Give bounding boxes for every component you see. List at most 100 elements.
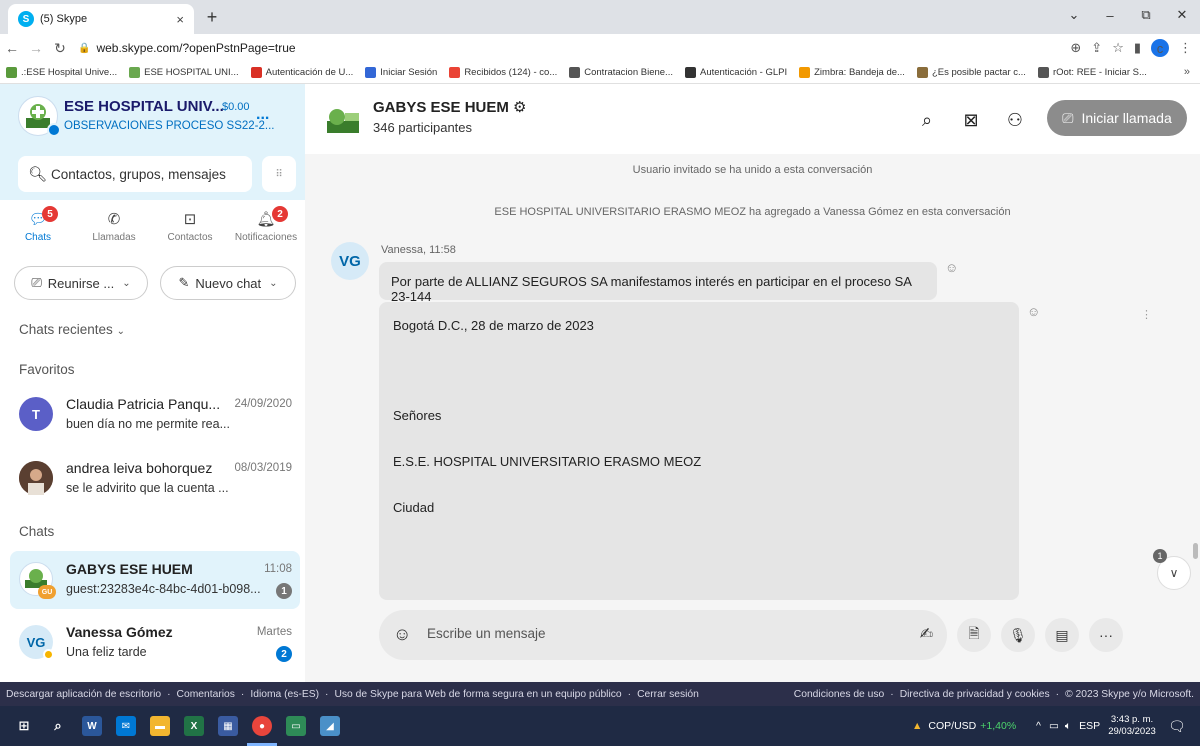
message-options-icon[interactable]: ⋮ — [1141, 308, 1152, 321]
emoji-reaction-icon[interactable]: ☺ — [1027, 304, 1040, 319]
emoji-icon[interactable]: ☺ — [393, 624, 411, 645]
volume-icon[interactable]: 🔈︎ — [1065, 720, 1071, 733]
footer-link[interactable]: Condiciones de uso — [794, 689, 884, 700]
bookmarks-overflow-icon[interactable]: » — [1184, 66, 1190, 78]
more-options-button[interactable]: ··· — [1089, 618, 1123, 652]
footer-link[interactable]: Idioma (es-ES) — [250, 689, 319, 700]
footer-link[interactable]: © 2023 Skype y/o Microsoft. — [1065, 689, 1194, 700]
gear-icon[interactable]: ⚙︎ — [513, 99, 526, 116]
app-icon[interactable]: ▭ — [286, 716, 306, 736]
tab-search-icon[interactable]: ⌄ — [1056, 0, 1092, 30]
contacts-icon: ⊡ — [183, 211, 197, 228]
file-explorer-icon[interactable]: ▬ — [150, 716, 170, 736]
url-field[interactable]: 🔒 web.skype.com/?openPstnPage=true — [78, 37, 1070, 59]
network-icon[interactable]: ▭ — [1049, 720, 1059, 732]
bookmark-item[interactable]: ESE HOSPITAL UNI... — [129, 67, 239, 78]
draw-icon[interactable]: ✍︎ — [920, 624, 933, 644]
mail-icon[interactable]: ✉ — [116, 716, 136, 736]
group-name[interactable]: GABYS ESE HUEM ⚙︎ — [373, 98, 526, 116]
word-icon[interactable]: W — [82, 716, 102, 736]
forward-arrow-icon[interactable]: → — [24, 36, 48, 60]
back-arrow-icon[interactable]: ← — [0, 36, 24, 60]
search-icon[interactable]: ⌕ — [48, 716, 68, 736]
guest-initials: GU — [38, 585, 56, 599]
footer-link[interactable]: Comentarios — [177, 689, 235, 700]
profile-more-button[interactable]: ... — [256, 106, 269, 124]
close-window-button[interactable]: ✕ — [1164, 0, 1200, 30]
new-tab-button[interactable]: + — [200, 6, 224, 28]
footer-link[interactable]: Cerrar sesión — [637, 689, 699, 700]
bookmark-item[interactable]: Zimbra: Bandeja de... — [799, 67, 905, 78]
list-item[interactable]: T Claudia Patricia Panqu... 24/09/2020 b… — [10, 386, 300, 444]
bookmark-item[interactable]: Recibidos (124) - co... — [449, 67, 557, 78]
calendar-icon[interactable]: ▦ — [218, 716, 238, 736]
sidepanel-icon[interactable]: ▮ — [1134, 40, 1141, 56]
list-item[interactable]: VG Vanessa Gómez Martes Una feliz tarde … — [10, 614, 300, 672]
list-item[interactable]: andrea leiva bohorquez 08/03/2019 se le … — [10, 450, 300, 508]
bookmark-item[interactable]: ¿Es posible pactar c... — [916, 67, 1026, 78]
message-composer[interactable]: ☺ Escribe un mensaje ✍︎ — [379, 610, 947, 660]
org-status-message[interactable]: OBSERVACIONES PROCESO SS22-2... — [64, 120, 274, 132]
attach-file-button[interactable]: 🗎 — [957, 618, 991, 652]
bookmark-star-icon[interactable]: ☆ — [1112, 40, 1124, 56]
system-clock[interactable]: 3:43 p. m. 29/03/2023 — [1108, 714, 1156, 738]
credit-balance[interactable]: $0.00 — [222, 101, 250, 113]
browser-menu-icon[interactable]: ⋮ — [1179, 40, 1192, 56]
dialpad-button[interactable]: ⠿ — [262, 156, 296, 192]
group-avatar[interactable] — [323, 104, 363, 138]
excel-icon[interactable]: X — [184, 716, 204, 736]
new-chat-button[interactable]: ✎ Nuevo chat ⌄ — [160, 266, 296, 300]
chrome-icon[interactable]: ● — [252, 716, 272, 736]
browser-tab-skype[interactable]: S (5) Skype × — [8, 4, 194, 34]
windows-start-icon[interactable]: ⊞ — [14, 716, 34, 736]
search-icon[interactable]: ⌕ — [915, 108, 939, 132]
reload-icon[interactable]: ↻ — [48, 36, 72, 60]
zoom-icon[interactable]: ⊕ — [1070, 40, 1081, 56]
message-input[interactable]: Escribe un mensaje — [427, 626, 546, 641]
message-preview: buen día no me permite rea... — [66, 417, 230, 431]
bookmark-item[interactable]: Iniciar Sesión — [365, 67, 437, 78]
add-participant-icon[interactable]: ⚇ — [1003, 108, 1027, 132]
share-icon[interactable]: ⇪ — [1091, 40, 1102, 56]
notifications-icon[interactable]: 🗨︎ — [1168, 718, 1186, 735]
contact-card-button[interactable]: ▤ — [1045, 618, 1079, 652]
footer-link[interactable]: Directiva de privacidad y cookies — [900, 689, 1050, 700]
document-message[interactable]: Bogotá D.C., 28 de marzo de 2023 Señores… — [379, 302, 1019, 600]
currency-widget[interactable]: ▲ COP/USD +1,40% — [912, 706, 1016, 746]
bookmark-item[interactable]: rOot: REE - Iniciar S... — [1037, 67, 1147, 78]
footer-link[interactable]: Uso de Skype para Web de forma segura en… — [334, 689, 621, 700]
nav-calls[interactable]: ✆ Llamadas — [76, 210, 152, 254]
profile-avatar[interactable]: c — [1151, 39, 1169, 57]
participant-count[interactable]: 346 participantes — [373, 120, 472, 135]
tab-close-icon[interactable]: × — [176, 12, 184, 27]
bookmark-item[interactable]: Contratacion Biene... — [569, 67, 673, 78]
nav-chats[interactable]: 💬︎ 5 Chats — [0, 206, 76, 254]
gallery-icon[interactable]: ⊠ — [959, 108, 983, 132]
bookmark-item[interactable]: Autenticación de U... — [250, 67, 353, 78]
nav-notifications[interactable]: 🔔︎ 2 Notificaciones — [228, 206, 304, 254]
bookmark-favicon-icon — [684, 67, 696, 78]
video-call-icon: ⎚ — [1062, 109, 1074, 126]
start-call-button[interactable]: ⎚ Iniciar llamada — [1047, 100, 1187, 136]
meet-now-button[interactable]: ⎚ Reunirse ... ⌄ — [14, 266, 148, 300]
chevron-up-icon[interactable]: ^ — [1036, 720, 1041, 732]
minimize-button[interactable]: – — [1092, 0, 1128, 30]
org-name[interactable]: ESE HOSPITAL UNIV... — [64, 98, 224, 115]
nav-contacts[interactable]: ⊡ Contactos — [152, 210, 228, 254]
sender-name-time: Vanessa, 11:58 — [381, 244, 456, 256]
app-icon[interactable]: ◢ — [320, 716, 340, 736]
search-input[interactable]: 🔍︎ Contactos, grupos, mensajes — [18, 156, 252, 192]
restore-button[interactable]: ⧉ — [1128, 0, 1164, 30]
bookmark-item[interactable]: Autenticación - GLPI — [684, 67, 787, 78]
emoji-reaction-icon[interactable]: ☺ — [945, 260, 958, 275]
footer-link[interactable]: Descargar aplicación de escritorio — [6, 689, 161, 700]
org-avatar[interactable] — [18, 96, 61, 137]
message-bubble[interactable]: Por parte de ALLIANZ SEGUROS SA manifest… — [379, 262, 937, 304]
record-audio-button[interactable]: 🎙︎ — [1001, 618, 1035, 652]
list-item-active[interactable]: GU GABYS ESE HUEM 11:08 guest:23283e4c-8… — [10, 551, 300, 609]
sender-avatar[interactable]: VG — [331, 242, 369, 280]
scrollbar[interactable] — [1193, 543, 1198, 559]
recent-chats-header[interactable]: Chats recientes ⌄ — [19, 322, 125, 337]
language-indicator[interactable]: ESP — [1079, 720, 1100, 732]
bookmark-item[interactable]: .:ESE Hospital Unive... — [6, 67, 117, 78]
